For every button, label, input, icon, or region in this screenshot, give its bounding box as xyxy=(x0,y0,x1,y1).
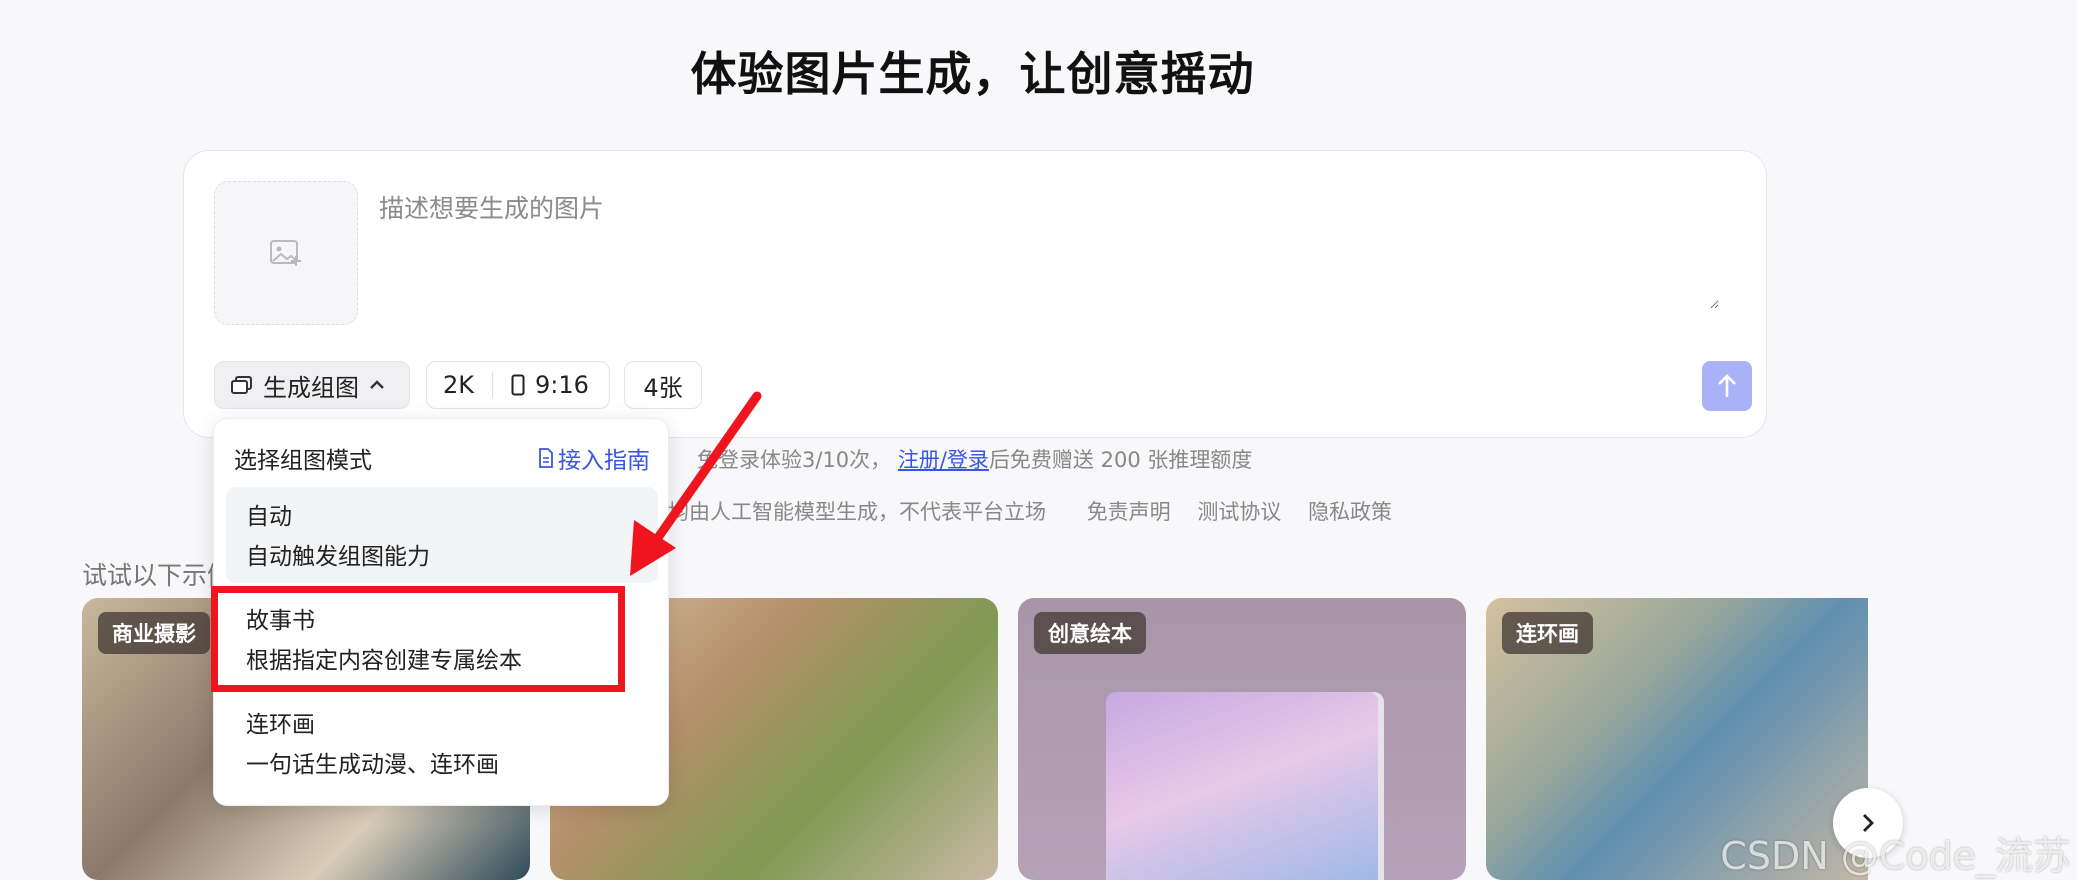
send-button[interactable] xyxy=(1702,361,1752,411)
option-description: 自动触发组图能力 xyxy=(246,544,430,570)
quota-text: 免登录体验3/10次， xyxy=(697,448,892,472)
group-mode-button[interactable]: 生成组图 xyxy=(214,361,410,409)
quota-note: 免登录体验3/10次， 注册/登录后免费赠送 200 张推理额度 xyxy=(697,444,1252,474)
disclaimer-text: 均由人工智能模型生成，不代表平台立场 xyxy=(668,500,1046,524)
privacy-policy-link[interactable]: 隐私政策 xyxy=(1308,500,1392,524)
example-card-creative-picturebook[interactable]: 创意绘本 xyxy=(1018,598,1466,880)
try-examples-label: 试试以下示例 xyxy=(82,561,233,590)
ratio-label: 9:16 xyxy=(535,371,589,399)
document-icon xyxy=(539,448,553,468)
disclaimer-link[interactable]: 免责声明 xyxy=(1087,500,1171,524)
images-icon xyxy=(231,376,252,394)
test-agreement-link[interactable]: 测试协议 xyxy=(1197,500,1281,524)
highlight-box xyxy=(211,586,625,692)
register-link[interactable]: 注册/登录 xyxy=(898,448,989,472)
mode-option-comic[interactable]: 连环画 一句话生成动漫、连环画 xyxy=(226,695,658,791)
guide-link[interactable]: 接入指南 xyxy=(538,441,650,475)
group-mode-label: 生成组图 xyxy=(263,373,359,402)
example-badge: 商业摄影 xyxy=(98,612,210,654)
add-image-icon xyxy=(270,240,301,266)
option-description: 一句话生成动漫、连环画 xyxy=(246,752,499,778)
portrait-ratio-icon xyxy=(511,374,525,396)
prompt-card: 生成组图 2K 9:16 4张 xyxy=(183,150,1767,438)
mode-option-auto[interactable]: 自动 自动触发组图能力 xyxy=(226,487,658,583)
example-badge: 创意绘本 xyxy=(1034,612,1146,654)
divider xyxy=(492,372,494,398)
example-badge: 连环画 xyxy=(1502,612,1593,654)
image-count-button[interactable]: 4张 xyxy=(624,361,702,409)
page: 体验图片生成，让创意摇动 生成组图 2K 9:16 4张 xyxy=(0,0,2077,880)
footer-notes: 均由人工智能模型生成，不代表平台立场 免责声明 测试协议 隐私政策 xyxy=(668,496,1412,526)
prompt-input[interactable] xyxy=(379,189,1719,309)
image-count-label: 4张 xyxy=(643,373,683,402)
guide-label: 接入指南 xyxy=(558,448,650,474)
option-title: 连环画 xyxy=(246,712,315,738)
resolution-ratio-button[interactable]: 2K 9:16 xyxy=(426,361,610,409)
image-upload-button[interactable] xyxy=(214,181,358,325)
option-title: 自动 xyxy=(246,504,292,530)
dropdown-header: 选择组图模式 接入指南 xyxy=(234,441,650,475)
dropdown-title: 选择组图模式 xyxy=(234,448,372,474)
picturebook-image xyxy=(1106,692,1378,880)
watermark: CSDN @Code_流苏 xyxy=(1720,834,2071,878)
chevron-up-icon xyxy=(370,380,384,389)
gift-text: 后免费赠送 200 张推理额度 xyxy=(988,448,1253,472)
resolution-label: 2K xyxy=(443,371,475,399)
page-title: 体验图片生成，让创意摇动 xyxy=(690,47,1255,101)
arrow-up-icon xyxy=(1718,374,1736,397)
